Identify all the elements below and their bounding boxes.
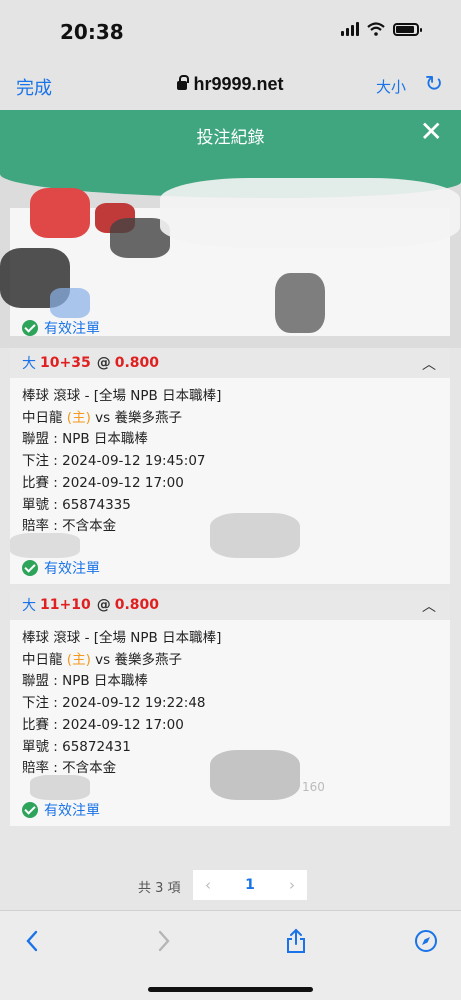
home-marker: (主) <box>66 651 91 668</box>
home-team: 中日龍 <box>22 409 63 426</box>
check-circle-icon <box>22 320 38 336</box>
record-bet-time: 下注 : 2024-09-12 19:22:48 <box>22 695 206 712</box>
home-marker: (主) <box>66 409 91 426</box>
at-sign: @ <box>96 597 111 613</box>
record-match-time: 比賽 : 2024-09-12 17:00 <box>22 474 184 491</box>
record-status: 有效注單 <box>22 800 100 820</box>
record-status: 有效注單 <box>22 558 100 578</box>
smear-blue <box>50 288 90 318</box>
check-circle-icon <box>22 802 38 818</box>
status-icons <box>341 22 422 36</box>
chevron-left-icon <box>26 930 38 952</box>
total-count: 共 3 項 <box>138 881 181 896</box>
record-header[interactable]: 大 11+10 @ 0.800 ︿ <box>10 590 450 620</box>
smear-white <box>160 178 460 248</box>
browser-address-bar: 完成 hr9999.net 大小 ↻ <box>0 62 461 110</box>
smear-gray-2 <box>10 533 80 558</box>
reload-icon[interactable]: ↻ <box>425 72 443 97</box>
smear-red <box>30 188 90 238</box>
smear-dark-3 <box>275 273 325 333</box>
away-team: vs 養樂多燕子 <box>95 409 182 426</box>
share-button[interactable] <box>280 925 312 957</box>
record-header[interactable]: 大 10+35 @ 0.800 ︿ <box>10 348 450 378</box>
pagination: 共 3 項 ‹ 1 › <box>0 870 461 900</box>
close-icon[interactable]: ✕ <box>420 116 443 148</box>
at-sign: @ <box>96 355 111 371</box>
record-teams: 中日龍 (主) vs 養樂多燕子 <box>22 408 438 430</box>
bet-odds: 0.800 <box>114 355 159 371</box>
bet-type: 大 <box>22 356 36 372</box>
smear-gray-2 <box>30 775 90 800</box>
next-page-button[interactable]: › <box>277 876 307 894</box>
pager-box: ‹ 1 › <box>193 870 307 900</box>
record-match-time: 比賽 : 2024-09-12 17:00 <box>22 716 184 733</box>
check-circle-icon <box>22 560 38 576</box>
bet-score: 10+35 <box>40 355 91 371</box>
lock-icon <box>177 75 190 90</box>
wifi-icon <box>367 22 385 36</box>
chevron-up-icon[interactable]: ︿ <box>422 354 436 374</box>
away-team: vs 養樂多燕子 <box>95 651 182 668</box>
record-sport: 棒球 滾球 - [全場 NPB 日本職棒] <box>22 630 222 646</box>
obscured-record: 有效注單 <box>0 158 461 348</box>
status-label: 有效注單 <box>44 561 100 577</box>
url-text: hr9999.net <box>193 74 284 94</box>
forward-button[interactable] <box>148 925 180 957</box>
browser-toolbar <box>0 910 461 1000</box>
share-icon <box>287 928 305 953</box>
record-bet-time: 下注 : 2024-09-12 19:45:07 <box>22 453 206 470</box>
bet-score: 11+10 <box>40 597 91 613</box>
compass-icon <box>415 930 437 952</box>
bet-record-card: 大 11+10 @ 0.800 ︿ 棒球 滾球 - [全場 NPB 日本職棒] … <box>10 590 450 826</box>
current-page[interactable]: 1 <box>223 877 277 893</box>
first-record-status: 有效注單 <box>22 318 100 338</box>
record-league: 聯盟 : NPB 日本職棒 <box>22 431 148 448</box>
status-label: 有效注單 <box>44 321 100 337</box>
record-sport: 棒球 滾球 - [全場 NPB 日本職棒] <box>22 388 222 404</box>
smear-gray <box>210 750 300 800</box>
modal-header: 投注紀錄 ✕ <box>0 110 461 158</box>
faint-amount: 160 <box>302 780 325 794</box>
chevron-up-icon[interactable]: ︿ <box>422 596 436 616</box>
bet-type: 大 <box>22 598 36 614</box>
page-title: 投注紀錄 <box>196 128 265 148</box>
record-league: 聯盟 : NPB 日本職棒 <box>22 673 148 690</box>
record-teams: 中日龍 (主) vs 養樂多燕子 <box>22 650 438 672</box>
prev-page-button[interactable]: ‹ <box>193 876 223 894</box>
home-team: 中日龍 <box>22 651 63 668</box>
back-button[interactable] <box>16 925 48 957</box>
text-size-button[interactable]: 大小 <box>376 76 406 97</box>
status-time: 20:38 <box>60 20 124 44</box>
status-label: 有效注單 <box>44 803 100 819</box>
chevron-right-icon <box>158 930 170 952</box>
smear-gray <box>210 513 300 558</box>
bet-record-card: 大 10+35 @ 0.800 ︿ 棒球 滾球 - [全場 NPB 日本職棒] … <box>10 348 450 584</box>
compass-button[interactable] <box>410 925 442 957</box>
home-indicator <box>148 987 313 992</box>
signal-icon <box>341 22 359 36</box>
status-bar: 20:38 <box>0 0 461 62</box>
battery-icon <box>393 22 422 36</box>
bet-odds: 0.800 <box>114 597 159 613</box>
